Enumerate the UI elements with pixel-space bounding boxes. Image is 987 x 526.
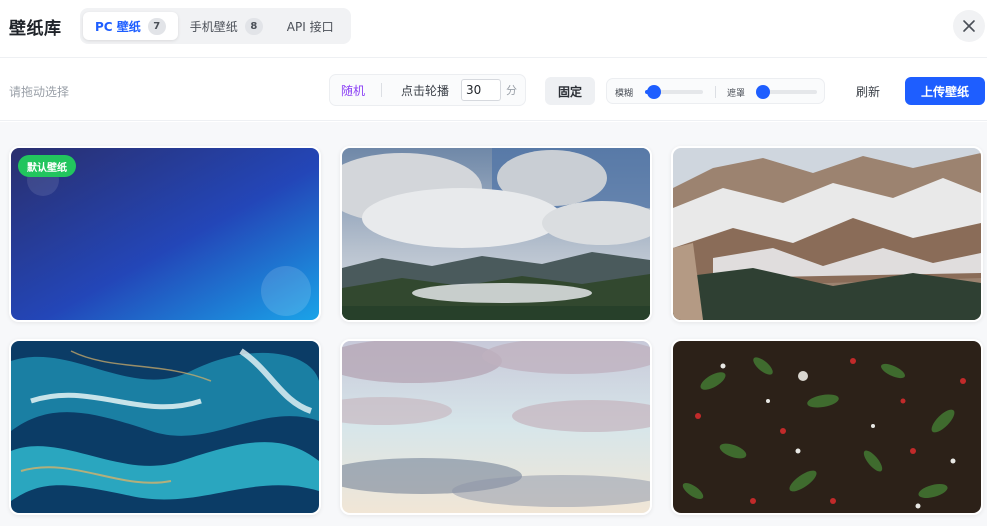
header: 壁纸库 PC 壁纸 7 手机壁纸 8 API 接口 — [0, 0, 987, 58]
interval-minutes-input[interactable] — [461, 79, 502, 101]
wallpaper-image — [11, 341, 319, 513]
close-icon — [963, 20, 975, 32]
divider — [381, 83, 383, 97]
wallpaper-image — [673, 148, 981, 320]
mask-slider-thumb[interactable] — [756, 85, 770, 99]
tab-api[interactable]: API 接口 — [275, 12, 346, 40]
tab-label: API 接口 — [286, 19, 334, 34]
wallpaper-card-snowy-mountains[interactable] — [671, 146, 983, 322]
app-title: 壁纸库 — [9, 19, 62, 39]
drag-hint: 请拖动选择 — [9, 85, 70, 99]
toolbar: 请拖动选择 随机 点击轮播 分 固定 模糊 遮罩 刷新 上传壁纸 — [0, 59, 987, 121]
divider — [715, 86, 716, 98]
minutes-unit: 分 — [506, 84, 518, 97]
random-button[interactable]: 随机 — [341, 82, 365, 99]
refresh-button[interactable]: 刷新 — [856, 83, 880, 100]
tab-group: PC 壁纸 7 手机壁纸 8 API 接口 — [80, 8, 351, 44]
wallpaper-image — [342, 341, 650, 513]
wallpaper-gallery: 默认壁纸 — [0, 122, 987, 526]
tab-label: 手机壁纸 — [189, 19, 238, 34]
wallpaper-card-clouds-mountains[interactable] — [340, 146, 652, 322]
upload-wallpaper-button[interactable]: 上传壁纸 — [905, 77, 985, 105]
mask-slider[interactable] — [756, 85, 817, 99]
carousel-button[interactable]: 点击轮播 — [401, 82, 449, 99]
blur-label: 模糊 — [615, 89, 634, 99]
fixed-button[interactable]: 固定 — [545, 77, 595, 105]
tab-count-badge: 8 — [244, 17, 263, 35]
tab-mobile-wallpaper[interactable]: 手机壁纸 8 — [178, 12, 275, 40]
close-button[interactable] — [953, 10, 985, 42]
mask-label: 遮罩 — [727, 89, 746, 99]
tab-pc-wallpaper[interactable]: PC 壁纸 7 — [83, 12, 178, 40]
tab-label: PC 壁纸 — [95, 19, 141, 34]
wallpaper-image — [673, 341, 981, 513]
wallpaper-card-pastel-sky[interactable] — [340, 339, 652, 515]
wallpaper-card-blue-gradient[interactable]: 默认壁纸 — [9, 146, 321, 322]
carousel-controls: 随机 点击轮播 分 — [329, 74, 526, 106]
wallpaper-image — [342, 148, 650, 320]
wallpaper-card-leaves-berries[interactable] — [671, 339, 983, 515]
effect-sliders: 模糊 遮罩 — [606, 78, 825, 104]
default-badge: 默认壁纸 — [18, 155, 76, 177]
blur-slider-thumb[interactable] — [646, 85, 661, 99]
wallpaper-card-teal-marble[interactable] — [9, 339, 321, 515]
tab-count-badge: 7 — [147, 17, 166, 35]
blur-slider[interactable] — [645, 85, 703, 99]
